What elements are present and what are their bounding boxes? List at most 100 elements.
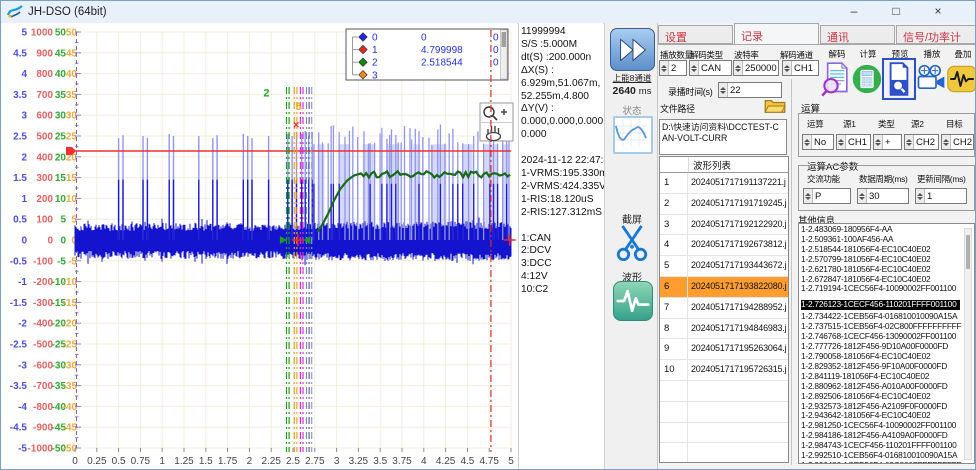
- svg-text:4.5: 4.5: [460, 456, 474, 467]
- table-row[interactable]: 92024051717195263064.j: [660, 339, 788, 360]
- op-source1-spinner[interactable]: CH1: [836, 134, 871, 150]
- overlay-button[interactable]: [947, 60, 976, 98]
- maximize-button[interactable]: □: [875, 1, 917, 23]
- svg-text:40: 40: [66, 69, 78, 80]
- status-waveform-icon[interactable]: [613, 116, 653, 154]
- op-mode-spinner[interactable]: No: [802, 134, 834, 150]
- svg-text:3: 3: [334, 456, 340, 467]
- list-item[interactable]: 1-2.892506-181056F4-EC10C40E02: [801, 392, 974, 402]
- svg-text:1: 1: [372, 45, 378, 56]
- spinner-arrows[interactable]: [783, 61, 792, 75]
- svg-text:-35: -35: [63, 381, 78, 392]
- frame-data-list[interactable]: 1-2.483069-180956F4-AA1-2.509361-100AF45…: [798, 223, 975, 464]
- table-row[interactable]: 12024051717191137221.j: [660, 173, 788, 194]
- decode-button[interactable]: [821, 60, 851, 98]
- svg-text:25: 25: [66, 132, 78, 143]
- browse-folder-button[interactable]: [762, 97, 788, 115]
- minimize-button[interactable]: –: [833, 1, 875, 23]
- tab-communication[interactable]: 通讯: [820, 25, 895, 44]
- scrollbar[interactable]: [964, 228, 972, 460]
- tab-settings[interactable]: 设置: [658, 25, 733, 44]
- svg-text:200: 200: [36, 194, 53, 205]
- svg-text:5: 5: [508, 456, 514, 467]
- table-row[interactable]: 22024051717191719245.j: [660, 194, 788, 215]
- list-item[interactable]: 1-2.996486-1CEB56F4-02C800FFFFFFFFFF: [801, 461, 974, 464]
- svg-text:-25: -25: [63, 340, 78, 351]
- scissors-icon[interactable]: [613, 223, 651, 263]
- op-source2-spinner[interactable]: CH2: [904, 134, 939, 150]
- fast-forward-button[interactable]: [610, 28, 655, 71]
- svg-text:4: 4: [21, 69, 27, 80]
- list-item[interactable]: 1-2.719194-1CEC56F4-10090002FF001100: [801, 284, 974, 294]
- scrollbar-handle[interactable]: [966, 235, 970, 269]
- table-row[interactable]: 72024051717194288952.j: [660, 298, 788, 319]
- svg-text:15: 15: [55, 173, 67, 184]
- spinner-arrows[interactable]: [719, 83, 728, 97]
- tab-record[interactable]: 记录: [734, 23, 819, 45]
- decode-channel-spinner[interactable]: CH1: [782, 60, 819, 76]
- spinner-arrows[interactable]: [660, 61, 669, 75]
- op-target-spinner[interactable]: CH2: [941, 134, 974, 150]
- info-line: 4:12V: [521, 271, 603, 284]
- svg-text:45: 45: [55, 48, 67, 59]
- baud-rate-spinner[interactable]: 250000: [733, 60, 779, 76]
- file-path-field[interactable]: D:\快速访问资料\DCCTEST-CAN-VOLT-CURR: [659, 119, 787, 155]
- data-period-spinner[interactable]: 30: [857, 188, 909, 204]
- waveform-button[interactable]: [613, 281, 653, 321]
- table-row[interactable]: [660, 402, 788, 423]
- list-item[interactable]: 1-2.726123-1CECF456-110201FFFF001100: [801, 300, 960, 310]
- svg-text:-700: -700: [33, 381, 53, 392]
- preview-tool-label: 预览: [884, 48, 916, 60]
- svg-text:2.518544: 2.518544: [421, 58, 463, 69]
- preview-button[interactable]: [884, 60, 914, 98]
- table-row[interactable]: [660, 443, 788, 463]
- oscilloscope-chart-region: 54.543.532.521.510.50-0.5-1-1.5-2-2.5-3-…: [1, 23, 517, 470]
- svg-text:2: 2: [21, 152, 27, 163]
- decode-type-spinner[interactable]: CAN: [689, 60, 732, 76]
- update-interval-spinner[interactable]: 1: [915, 188, 967, 204]
- waveform-plot[interactable]: 54.543.532.521.510.50-0.5-1-1.5-2-2.5-3-…: [1, 23, 517, 470]
- table-row[interactable]: [660, 423, 788, 444]
- waveform-file-table[interactable]: 波形列表 12024051717191137221.j2202405171719…: [659, 156, 789, 463]
- calculate-button[interactable]: [852, 60, 882, 98]
- table-row[interactable]: 42024051717192673812.j: [660, 235, 788, 256]
- svg-text:3.25: 3.25: [349, 456, 369, 467]
- update-interval-label: 更新间隔(ms): [917, 173, 966, 185]
- info-line: 2-VRMS:424.335V: [521, 181, 603, 194]
- table-row[interactable]: 62024051717193822080.j: [660, 277, 788, 298]
- op-header: 运算: [807, 118, 823, 130]
- info-line: 2024-11-12 22:47:40: [521, 155, 603, 168]
- close-button[interactable]: ×: [917, 1, 959, 23]
- svg-text:30: 30: [55, 111, 67, 122]
- legend[interactable]: 00014.799998022.51854403: [346, 29, 508, 81]
- legend-scrollbar-handle[interactable]: [502, 32, 507, 47]
- svg-text:0: 0: [493, 58, 499, 69]
- tab-signal-power[interactable]: 信号/功率计: [896, 25, 976, 44]
- table-row[interactable]: 52024051717193443672.j: [660, 256, 788, 277]
- playback-count-spinner[interactable]: 2: [659, 60, 687, 76]
- svg-text:1000: 1000: [31, 28, 54, 39]
- table-row[interactable]: [660, 381, 788, 402]
- play-tool-label: 播放: [916, 48, 948, 60]
- table-row[interactable]: 82024051717194846983.j: [660, 319, 788, 340]
- ac-function-spinner[interactable]: P: [803, 188, 851, 204]
- op-type-spinner[interactable]: +: [873, 134, 902, 150]
- info-line: 2:DCV: [521, 245, 603, 258]
- info-line: 3:DCC: [521, 258, 603, 271]
- zoom-pan-tools[interactable]: [480, 103, 513, 141]
- preview-doc-icon: [885, 61, 913, 97]
- svg-text:0: 0: [493, 33, 499, 44]
- op-header: 类型: [878, 118, 894, 130]
- info-line: 0.000: [521, 129, 603, 142]
- op-header: 目标: [946, 118, 962, 130]
- table-row[interactable]: 32024051717192122920.j: [660, 215, 788, 236]
- svg-text:5: 5: [21, 28, 27, 39]
- record-time-spinner[interactable]: 22: [718, 82, 782, 98]
- play-button[interactable]: [916, 60, 946, 98]
- svg-text:900: 900: [36, 48, 53, 59]
- table-row[interactable]: 102024051717195726315.j: [660, 360, 788, 381]
- spinner-arrows[interactable]: [734, 61, 743, 75]
- svg-text:35: 35: [55, 90, 67, 101]
- spinner-arrows[interactable]: [690, 61, 699, 75]
- upload-channels-link[interactable]: 上能8通道: [605, 72, 659, 84]
